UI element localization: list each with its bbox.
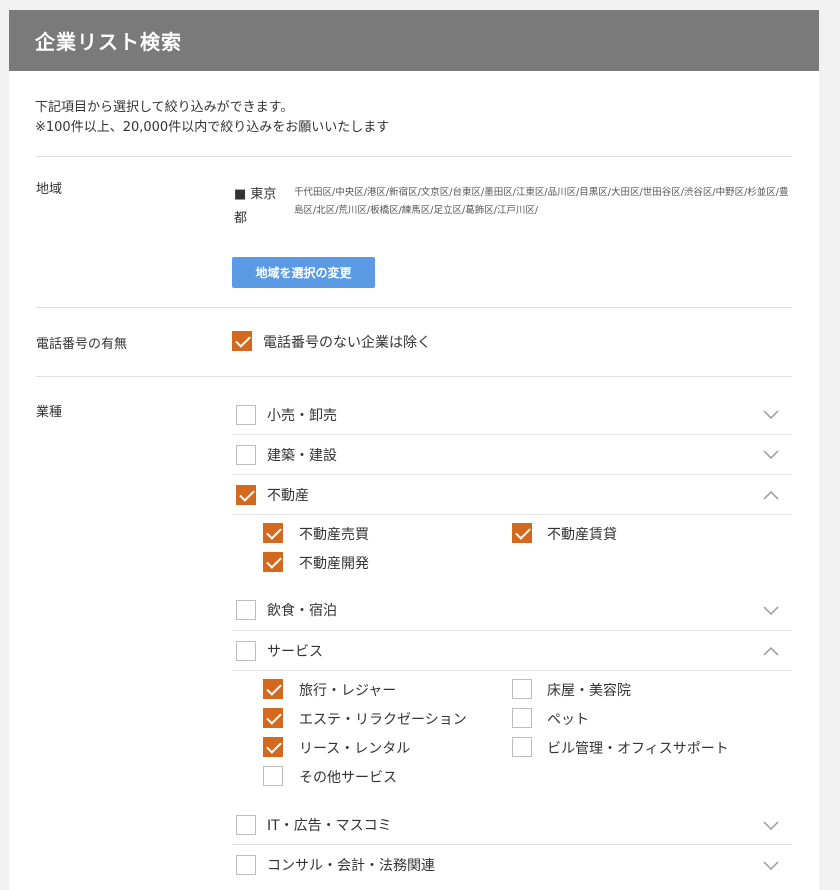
- chevron-down-icon[interactable]: [763, 407, 779, 423]
- intro-line-2: ※100件以上、20,000件以内で絞り込みをお願いいたします: [35, 120, 390, 135]
- sub-checkbox-travel-leisure[interactable]: [263, 679, 283, 699]
- category-checkbox-food-lodging[interactable]: [236, 600, 256, 620]
- chevron-down-icon[interactable]: [763, 447, 779, 463]
- intro-line-1: 下記項目から選択して絞り込みができます。: [35, 100, 294, 115]
- category-label-services[interactable]: サービス: [267, 641, 323, 661]
- category-label-retail[interactable]: 小売・卸売: [267, 405, 337, 425]
- search-panel: 企業リスト検索 下記項目から選択して絞り込みができます。 ※100件以上、20,…: [9, 10, 819, 890]
- sub-label-other-services[interactable]: その他サービス: [299, 767, 397, 787]
- category-checkbox-it-media[interactable]: [236, 815, 256, 835]
- category-checkbox-services[interactable]: [236, 641, 256, 661]
- prefecture-name: ■ 東京都: [234, 187, 277, 226]
- row-divider: [232, 434, 792, 435]
- category-checkbox-construction[interactable]: [236, 445, 256, 465]
- sub-label-esthetic-relaxation[interactable]: エステ・リラクゼーション: [299, 709, 467, 729]
- exclude-no-phone-checkbox[interactable]: [232, 331, 252, 351]
- sub-checkbox-lease-rental[interactable]: [263, 737, 283, 757]
- sub-checkbox-barber-beauty[interactable]: [512, 679, 532, 699]
- category-checkbox-retail[interactable]: [236, 405, 256, 425]
- category-label-food-lodging[interactable]: 飲食・宿泊: [267, 600, 337, 620]
- exclude-no-phone-label[interactable]: 電話番号のない企業は除く: [263, 332, 431, 352]
- sub-label-real-estate-sales[interactable]: 不動産売買: [299, 524, 369, 544]
- sub-checkbox-pet[interactable]: [512, 708, 532, 728]
- category-label-construction[interactable]: 建築・建設: [267, 445, 337, 465]
- category-label-real-estate[interactable]: 不動産: [267, 485, 309, 505]
- chevron-up-icon[interactable]: [763, 643, 779, 659]
- sub-label-barber-beauty[interactable]: 床屋・美容院: [547, 680, 631, 700]
- sub-checkbox-other-services[interactable]: [263, 766, 283, 786]
- sub-label-real-estate-rental[interactable]: 不動産賃貸: [547, 524, 617, 544]
- divider: [36, 156, 792, 157]
- sub-label-lease-rental[interactable]: リース・レンタル: [299, 738, 410, 758]
- category-checkbox-consulting[interactable]: [236, 855, 256, 875]
- row-divider: [232, 474, 792, 475]
- sub-label-real-estate-development[interactable]: 不動産開発: [299, 553, 369, 573]
- category-label-consulting[interactable]: コンサル・会計・法務関連: [267, 855, 435, 875]
- row-divider: [232, 844, 792, 845]
- chevron-up-icon[interactable]: [763, 487, 779, 503]
- sub-label-pet[interactable]: ペット: [547, 709, 589, 729]
- sub-checkbox-real-estate-development[interactable]: [263, 552, 283, 572]
- chevron-down-icon[interactable]: [763, 818, 779, 834]
- divider: [36, 376, 792, 377]
- phone-label: 電話番号の有無: [36, 337, 128, 352]
- chevron-down-icon[interactable]: [763, 603, 779, 619]
- sub-label-travel-leisure[interactable]: 旅行・レジャー: [299, 680, 396, 700]
- sub-checkbox-real-estate-rental[interactable]: [512, 523, 532, 543]
- row-divider: [232, 514, 792, 515]
- region-label: 地域: [36, 182, 63, 197]
- selected-areas: 千代田区/中央区/港区/新宿区/文京区/台東区/墨田区/江東区/品川区/目黒区/…: [294, 187, 789, 216]
- row-divider: [232, 670, 792, 671]
- sub-checkbox-building-management[interactable]: [512, 737, 532, 757]
- sub-checkbox-real-estate-sales[interactable]: [263, 523, 283, 543]
- page-title: 企業リスト検索: [9, 10, 819, 71]
- category-checkbox-real-estate[interactable]: [236, 485, 256, 505]
- sub-checkbox-esthetic-relaxation[interactable]: [263, 708, 283, 728]
- category-label-it-media[interactable]: IT・広告・マスコミ: [267, 815, 392, 835]
- row-divider: [232, 630, 792, 631]
- divider: [36, 307, 792, 308]
- change-region-button[interactable]: 地域を選択の変更: [232, 257, 375, 288]
- intro-text: 下記項目から選択して絞り込みができます。 ※100件以上、20,000件以内で絞…: [35, 98, 389, 138]
- sub-label-building-management[interactable]: ビル管理・オフィスサポート: [547, 738, 729, 758]
- industry-label: 業種: [36, 405, 63, 420]
